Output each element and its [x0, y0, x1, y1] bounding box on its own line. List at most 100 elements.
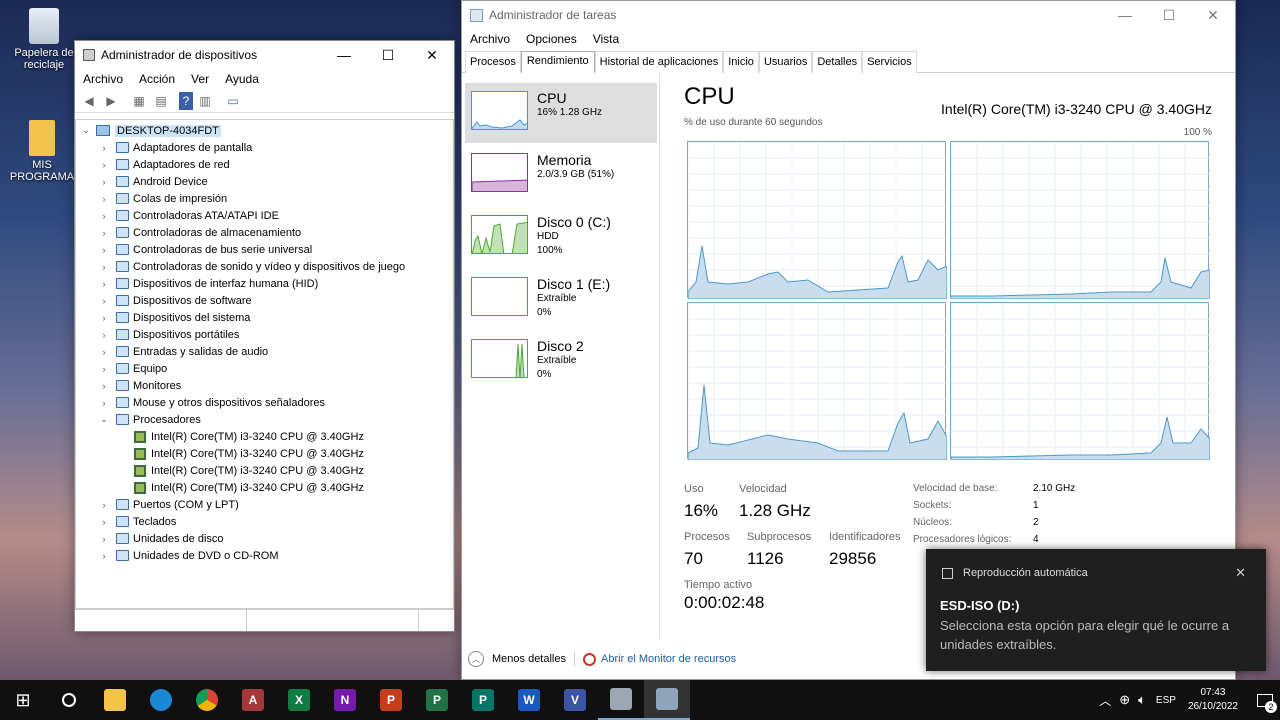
tree-item[interactable]: › Dispositivos de interfaz humana (HID)	[76, 275, 453, 292]
taskbar-powerpoint[interactable]: P	[368, 680, 414, 720]
expand-chevron-icon[interactable]: ›	[98, 160, 110, 170]
devmgr-titlebar[interactable]: Administrador de dispositivos — ☐ ✕	[75, 41, 454, 69]
search-button[interactable]	[46, 680, 92, 720]
less-details-icon[interactable]: ︿	[468, 651, 484, 667]
tree-item[interactable]: › Puertos (COM y LPT)	[76, 496, 453, 513]
expand-chevron-icon[interactable]: ›	[98, 517, 110, 527]
menu-accion[interactable]: Acción	[131, 72, 183, 86]
taskbar-word[interactable]: W	[506, 680, 552, 720]
expand-chevron-icon[interactable]: ›	[98, 194, 110, 204]
taskbar-explorer[interactable]	[92, 680, 138, 720]
menu-archivo[interactable]: Archivo	[75, 72, 131, 86]
back-arrow-icon[interactable]: ◀	[79, 92, 99, 110]
less-details-link[interactable]: Menos detalles	[492, 653, 566, 665]
tab-detalles[interactable]: Detalles	[812, 51, 863, 73]
tree-item[interactable]: › Controladoras de sonido y vídeo y dispo…	[76, 258, 453, 275]
tray-chevron-icon[interactable]: ︿	[1099, 692, 1111, 709]
tree-item[interactable]: › Entradas y salidas de audio	[76, 343, 453, 360]
tab-usuarios[interactable]: Usuarios	[758, 51, 813, 73]
properties-icon[interactable]: ▦	[129, 92, 149, 110]
taskbar-visio[interactable]: V	[552, 680, 598, 720]
collapse-chevron-icon[interactable]: ⌄	[80, 125, 92, 136]
grid-view-icon[interactable]: ▥	[195, 92, 215, 110]
tree-item[interactable]: › Unidades de DVD o CD-ROM	[76, 547, 453, 564]
tab-rendimiento[interactable]: Rendimiento	[520, 51, 595, 73]
taskbar-edge[interactable]	[138, 680, 184, 720]
devmgr-close-button[interactable]: ✕	[410, 41, 454, 69]
expand-chevron-icon[interactable]: ›	[98, 330, 110, 340]
tab-historial[interactable]: Historial de aplicaciones	[594, 51, 724, 73]
processor-item[interactable]: Intel(R) Core(TM) i3-3240 CPU @ 3.40GHz	[76, 428, 453, 445]
taskbar-project[interactable]: P	[414, 680, 460, 720]
recycle-bin-desktop-icon[interactable]: Papelera de reciclaje	[9, 8, 79, 71]
network-globe-icon[interactable]: ⊕	[1119, 692, 1130, 708]
expand-chevron-icon[interactable]: ›	[98, 551, 110, 561]
expand-chevron-icon[interactable]: ›	[98, 143, 110, 153]
tree-item[interactable]: › Adaptadores de red	[76, 156, 453, 173]
tree-item[interactable]: ⌄ Procesadores	[76, 411, 453, 428]
taskmgr-titlebar[interactable]: Administrador de tareas — ☐ ✕	[462, 1, 1235, 29]
tree-item[interactable]: › Dispositivos portátiles	[76, 326, 453, 343]
tree-item[interactable]: › Colas de impresión	[76, 190, 453, 207]
expand-chevron-icon[interactable]: ›	[98, 347, 110, 357]
tree-item[interactable]: › Monitores	[76, 377, 453, 394]
taskbar-chrome[interactable]	[184, 680, 230, 720]
resource-monitor-link[interactable]: Abrir el Monitor de recursos	[601, 653, 736, 665]
expand-chevron-icon[interactable]: ›	[98, 245, 110, 255]
volume-icon[interactable]: 🔈︎	[1138, 692, 1146, 708]
expand-chevron-icon[interactable]: ›	[98, 313, 110, 323]
taskbar-excel[interactable]: X	[276, 680, 322, 720]
devmgr-maximize-button[interactable]: ☐	[366, 41, 410, 69]
tab-inicio[interactable]: Inicio	[723, 51, 759, 73]
expand-chevron-icon[interactable]: ›	[98, 364, 110, 374]
processor-item[interactable]: Intel(R) Core(TM) i3-3240 CPU @ 3.40GHz	[76, 445, 453, 462]
expand-chevron-icon[interactable]: ›	[98, 381, 110, 391]
tree-item[interactable]: › Unidades de disco	[76, 530, 453, 547]
notification-center-button[interactable]: 2	[1250, 680, 1280, 720]
folder-desktop-icon[interactable]: MIS PROGRAMA	[7, 120, 77, 183]
menu-ayuda[interactable]: Ayuda	[217, 72, 267, 86]
taskmgr-close-button[interactable]: ✕	[1191, 1, 1235, 29]
tab-servicios[interactable]: Servicios	[862, 51, 917, 73]
tree-item[interactable]: › Controladoras de almacenamiento	[76, 224, 453, 241]
taskbar-onenote[interactable]: N	[322, 680, 368, 720]
toast-close-icon[interactable]: ✕	[1235, 565, 1246, 581]
tree-item[interactable]: › Equipo	[76, 360, 453, 377]
taskbar-access[interactable]: A	[230, 680, 276, 720]
tm-menu-vista[interactable]: Vista	[585, 32, 627, 46]
tm-menu-opciones[interactable]: Opciones	[518, 32, 585, 46]
clock[interactable]: 07:43 26/10/2022	[1188, 686, 1238, 714]
taskmgr-maximize-button[interactable]: ☐	[1147, 1, 1191, 29]
monitor-scan-icon[interactable]: ▭	[223, 92, 243, 110]
resource-item-0[interactable]: CPU 16% 1.28 GHz	[465, 83, 657, 143]
language-indicator[interactable]: ESP	[1156, 695, 1176, 706]
resource-item-2[interactable]: Disco 0 (C:) HDD 100%	[465, 207, 657, 267]
expand-chevron-icon[interactable]: ›	[98, 398, 110, 408]
start-button[interactable]: ⊞	[0, 680, 46, 720]
autoplay-toast[interactable]: Reproducción automática ✕ ESD-ISO (D:) S…	[926, 549, 1266, 671]
tm-menu-archivo[interactable]: Archivo	[462, 32, 518, 46]
processor-item[interactable]: Intel(R) Core(TM) i3-3240 CPU @ 3.40GHz	[76, 479, 453, 496]
processor-item[interactable]: Intel(R) Core(TM) i3-3240 CPU @ 3.40GHz	[76, 462, 453, 479]
resource-item-4[interactable]: Disco 2 Extraíble 0%	[465, 331, 657, 391]
forward-arrow-icon[interactable]: ▶	[101, 92, 121, 110]
expand-chevron-icon[interactable]: ›	[98, 228, 110, 238]
expand-chevron-icon[interactable]: ›	[98, 279, 110, 289]
expand-chevron-icon[interactable]: ›	[98, 534, 110, 544]
tree-item[interactable]: › Dispositivos del sistema	[76, 309, 453, 326]
expand-chevron-icon[interactable]: ›	[98, 296, 110, 306]
taskbar-publisher[interactable]: P	[460, 680, 506, 720]
menu-ver[interactable]: Ver	[183, 72, 217, 86]
expand-chevron-icon[interactable]: ›	[98, 177, 110, 187]
taskbar-device-manager[interactable]	[598, 680, 644, 720]
help-icon[interactable]: ?	[179, 91, 193, 110]
tree-item[interactable]: › Mouse y otros dispositivos señaladores	[76, 394, 453, 411]
expand-chevron-icon[interactable]: ›	[98, 211, 110, 221]
tree-item[interactable]: › Adaptadores de pantalla	[76, 139, 453, 156]
devmgr-minimize-button[interactable]: —	[322, 41, 366, 69]
tree-root[interactable]: ⌄ DESKTOP-4034FDT	[76, 122, 453, 139]
tree-item[interactable]: › Controladoras ATA/ATAPI IDE	[76, 207, 453, 224]
tree-item[interactable]: › Android Device	[76, 173, 453, 190]
taskmgr-minimize-button[interactable]: —	[1103, 1, 1147, 29]
expand-chevron-icon[interactable]: ›	[98, 262, 110, 272]
